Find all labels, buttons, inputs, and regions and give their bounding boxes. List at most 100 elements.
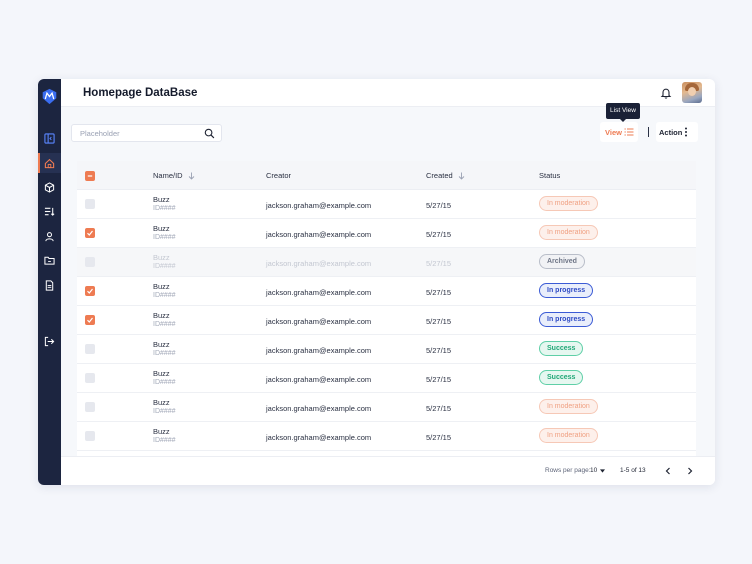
column-created-label: Created <box>426 171 453 180</box>
row-checkbox[interactable] <box>85 344 95 354</box>
column-name-label: Name/ID <box>153 171 183 180</box>
chevron-left-icon[interactable] <box>664 467 672 475</box>
row-id: ID#### <box>153 234 176 241</box>
avatar-face <box>688 87 696 96</box>
row-name: Buzz <box>153 340 170 349</box>
table-row[interactable]: Buzz ID#### jackson.graham@example.com 5/27… <box>77 190 696 219</box>
toolbar-divider <box>648 127 649 137</box>
document-icon <box>45 279 54 291</box>
sidebar-item-user[interactable] <box>38 226 61 246</box>
row-checkbox[interactable] <box>85 228 95 238</box>
row-creator: jackson.graham@example.com <box>266 404 372 413</box>
row-checkbox[interactable] <box>85 431 95 441</box>
sidebar-item-home[interactable] <box>38 153 61 173</box>
caret-down-icon[interactable] <box>600 469 605 473</box>
status-badge: Archived <box>539 254 585 269</box>
row-name: Buzz <box>153 282 170 291</box>
table-row[interactable]: Buzz ID#### jackson.graham@example.com 5/27… <box>77 422 696 451</box>
column-created[interactable]: Created <box>426 171 465 180</box>
column-status[interactable]: Status <box>539 171 560 180</box>
page-title: Homepage DataBase <box>83 87 198 99</box>
view-toggle-button[interactable]: View <box>600 122 638 142</box>
row-id: ID#### <box>153 350 176 357</box>
table-row[interactable]: Buzz ID#### jackson.graham@example.com 5/27… <box>77 393 696 422</box>
row-id: ID#### <box>153 437 176 444</box>
row-name: Buzz <box>153 398 170 407</box>
sidebar-item-cube[interactable] <box>38 177 61 197</box>
row-created-date: 5/27/15 <box>426 259 452 268</box>
sidebar-item-folder[interactable] <box>38 250 61 270</box>
row-checkbox[interactable] <box>85 315 95 325</box>
select-all-checkbox[interactable] <box>85 171 95 181</box>
sort-list-icon <box>44 207 55 216</box>
status-badge: In progress <box>539 312 594 327</box>
avatar[interactable] <box>682 82 702 103</box>
logo-icon <box>42 88 57 105</box>
search-icon[interactable] <box>204 128 215 139</box>
check-icon <box>87 317 93 323</box>
sidebar-item-logout[interactable] <box>38 331 61 351</box>
row-creator: jackson.graham@example.com <box>266 317 372 326</box>
row-creator: jackson.graham@example.com <box>266 201 372 210</box>
bell-icon[interactable] <box>660 87 672 99</box>
table-row[interactable]: Buzz ID#### jackson.graham@example.com 5/27… <box>77 364 696 393</box>
check-icon <box>87 288 93 294</box>
row-creator: jackson.graham@example.com <box>266 346 372 355</box>
row-created-date: 5/27/15 <box>426 201 452 210</box>
chevron-right-icon[interactable] <box>686 467 694 475</box>
user-icon <box>45 231 54 241</box>
cube-icon <box>44 181 55 193</box>
table-row[interactable]: Buzz ID#### jackson.graham@example.com 5/27… <box>77 335 696 364</box>
list-view-icon <box>624 128 634 136</box>
minus-icon <box>87 175 93 177</box>
row-checkbox[interactable] <box>85 257 95 267</box>
table-row[interactable]: Buzz ID#### jackson.graham@example.com 5/27… <box>77 248 696 277</box>
row-id: ID#### <box>153 321 176 328</box>
row-checkbox[interactable] <box>85 373 95 383</box>
search-input[interactable]: Placeholder <box>71 124 222 142</box>
row-name: Buzz <box>153 253 170 262</box>
collapse-sidebar-icon <box>44 132 55 144</box>
status-badge: In moderation <box>539 428 598 443</box>
row-checkbox[interactable] <box>85 402 95 412</box>
sidebar <box>38 79 61 485</box>
column-creator[interactable]: Creator <box>266 171 291 180</box>
table-row[interactable]: Buzz ID#### jackson.graham@example.com 5/27… <box>77 277 696 306</box>
table-header: Name/ID Creator Created Status <box>77 161 696 190</box>
action-button[interactable]: Action <box>656 122 698 142</box>
check-icon <box>87 230 93 236</box>
row-name: Buzz <box>153 311 170 320</box>
column-name[interactable]: Name/ID <box>153 171 195 180</box>
row-created-date: 5/27/15 <box>426 433 452 442</box>
app-window: Homepage DataBase Placeholder View List … <box>38 79 715 485</box>
status-badge: Success <box>539 370 584 385</box>
row-id: ID#### <box>153 292 176 299</box>
row-checkbox[interactable] <box>85 286 95 296</box>
sidebar-item-collapse[interactable] <box>38 128 61 148</box>
pagination-bar: Rows per page: 10 1-5 of 13 <box>61 456 715 485</box>
rows-per-page-label: Rows per page: <box>545 467 591 474</box>
row-id: ID#### <box>153 263 176 270</box>
status-badge: In moderation <box>539 196 598 211</box>
row-created-date: 5/27/15 <box>426 317 452 326</box>
row-created-date: 5/27/15 <box>426 404 452 413</box>
column-status-label: Status <box>539 171 561 180</box>
row-creator: jackson.graham@example.com <box>266 288 372 297</box>
row-checkbox[interactable] <box>85 199 95 209</box>
logout-icon <box>44 336 55 346</box>
row-name: Buzz <box>153 195 170 204</box>
table-row[interactable]: Buzz ID#### jackson.graham@example.com 5/27… <box>77 219 696 248</box>
row-id: ID#### <box>153 408 176 415</box>
row-created-date: 5/27/15 <box>426 230 452 239</box>
row-name: Buzz <box>153 224 170 233</box>
sort-down-icon <box>458 172 465 180</box>
row-creator: jackson.graham@example.com <box>266 259 372 268</box>
row-name: Buzz <box>153 427 170 436</box>
status-badge: In moderation <box>539 399 598 414</box>
sidebar-item-document[interactable] <box>38 275 61 295</box>
home-icon <box>44 158 55 168</box>
row-created-date: 5/27/15 <box>426 346 452 355</box>
table-row[interactable]: Buzz ID#### jackson.graham@example.com 5/27… <box>77 306 696 335</box>
sidebar-item-sort-list[interactable] <box>38 201 61 221</box>
rows-per-page-select[interactable]: 10 <box>590 467 597 474</box>
